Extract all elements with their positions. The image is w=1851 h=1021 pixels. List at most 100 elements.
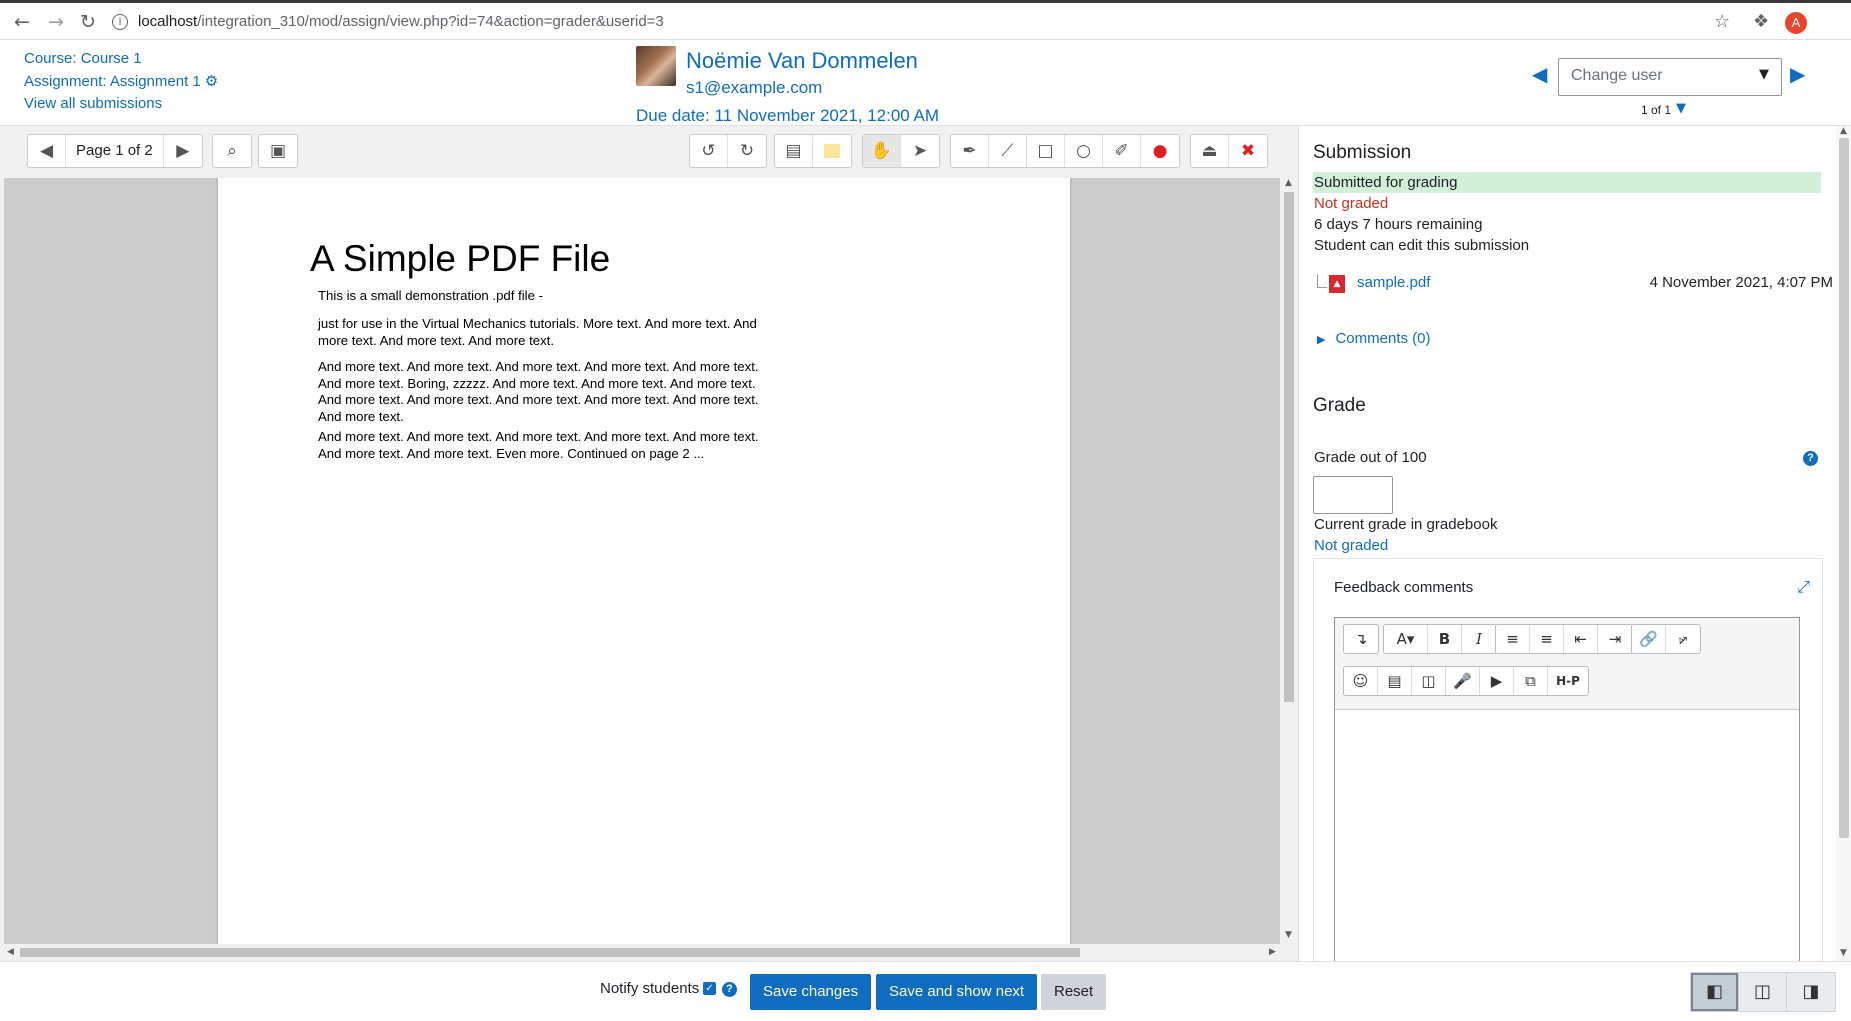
pdf-page[interactable]: A Simple PDF File This is a small demons…	[218, 178, 1070, 944]
panel-right-icon: ◨	[1802, 981, 1820, 1002]
notify-students-checkbox[interactable]: ✓	[703, 982, 716, 995]
unlink-button[interactable]: ⦬	[1666, 625, 1700, 653]
assignment-link[interactable]: Assignment: Assignment 1 ⚙	[24, 70, 218, 93]
change-user-select[interactable]: Change user ▼	[1558, 58, 1782, 96]
previous-page-button[interactable]: ◀	[28, 135, 66, 167]
image-button[interactable]: ▤	[1378, 667, 1412, 695]
save-changes-button[interactable]: Save changes	[750, 974, 872, 1010]
user-count: 1 of 1	[1641, 103, 1672, 117]
record-video-button[interactable]: ▶	[1480, 667, 1514, 695]
pdf-horizontal-scrollbar[interactable]: ◀ ▶	[4, 944, 1280, 961]
h5p-button[interactable]: H-P	[1548, 667, 1588, 695]
paragraph-style-button[interactable]: A▾	[1384, 625, 1428, 653]
show-more-button[interactable]: ↴	[1344, 625, 1378, 653]
notify-students-label: Notify students	[600, 980, 700, 997]
scroll-thumb[interactable]	[1839, 138, 1849, 838]
stamp-tool-button[interactable]: ⏏	[1191, 135, 1229, 167]
forward-icon[interactable]: →	[44, 10, 68, 34]
feedback-editor[interactable]: ↴ A▾ B I ≡ ≡ ⇤ ⇥ 🔗 ⦬ ☺ ▤ ◫ 🎤 ▶ ⧉ H-P	[1334, 617, 1800, 967]
previous-user-icon[interactable]: ◀	[1532, 62, 1547, 86]
editor-group-more: ↴	[1343, 624, 1379, 654]
oval-tool-button[interactable]: ○	[1065, 135, 1103, 167]
gear-icon[interactable]: ⚙	[205, 70, 218, 92]
scroll-down-icon[interactable]: ▼	[1840, 948, 1847, 958]
next-page-button[interactable]: ▶	[164, 135, 202, 167]
help-icon[interactable]: ?	[1803, 451, 1818, 466]
comment-color-button[interactable]	[813, 135, 851, 167]
address-bar[interactable]: i localhost/integration_310/mod/assign/vi…	[112, 8, 1752, 36]
unordered-list-button[interactable]: ≡	[1496, 625, 1530, 653]
ordered-list-button[interactable]: ≡	[1530, 625, 1564, 653]
save-and-show-next-button[interactable]: Save and show next	[876, 974, 1038, 1010]
copy-files-icon: ⧉	[1525, 672, 1536, 690]
drop-icon: ●	[1152, 141, 1168, 161]
scroll-up-icon[interactable]: ▲	[1285, 178, 1292, 188]
link-button[interactable]: 🔗	[1632, 625, 1666, 653]
scroll-thumb[interactable]	[1284, 192, 1294, 702]
pen-tool-button[interactable]: ✒	[951, 135, 989, 167]
help-icon[interactable]: ?	[722, 982, 737, 997]
pdf-paragraph: This is a small demonstration .pdf file …	[318, 288, 544, 303]
editor-group-media: ☺ ▤ ◫ 🎤 ▶ ⧉ H-P	[1343, 666, 1589, 696]
fullscreen-icon[interactable]: ⤢	[1797, 577, 1810, 597]
user-avatar[interactable]	[636, 46, 676, 86]
reload-icon[interactable]: ↻	[76, 10, 100, 34]
site-info-icon[interactable]: i	[112, 14, 128, 31]
emoji-button[interactable]: ☺	[1344, 667, 1378, 695]
user-name[interactable]: Noëmie Van Dommelen	[686, 48, 918, 74]
highlight-tool-button[interactable]: ✐	[1103, 135, 1141, 167]
view-all-submissions-link[interactable]: View all submissions	[24, 93, 218, 115]
stamp-picker-button[interactable]: ✖	[1229, 135, 1267, 167]
grade-input[interactable]	[1313, 476, 1393, 514]
rotate-right-button[interactable]: ↻	[728, 135, 766, 167]
panel-scrollbar[interactable]: ▲ ▼	[1836, 126, 1851, 961]
select-tool-button[interactable]: ➤	[901, 135, 939, 167]
comment-group: ▤	[774, 134, 852, 168]
scroll-down-icon[interactable]: ▼	[1285, 930, 1292, 940]
extensions-icon[interactable]: ❖	[1753, 11, 1769, 32]
hand-icon: ✋	[870, 141, 893, 161]
pan-tool-button[interactable]: ✋	[863, 135, 901, 167]
bookmark-star-icon[interactable]: ☆	[1714, 11, 1730, 32]
scroll-thumb[interactable]	[20, 948, 1080, 957]
italic-button[interactable]: I	[1462, 625, 1496, 653]
bold-button[interactable]: B	[1428, 625, 1462, 653]
dropdown-caret-icon: ▼	[1759, 67, 1769, 82]
rotate-left-button[interactable]: ↺	[690, 135, 728, 167]
pdf-vertical-scrollbar[interactable]: ▲ ▼	[1280, 178, 1298, 944]
scroll-up-icon[interactable]: ▲	[1840, 126, 1847, 136]
grading-panel: Submission Submitted for grading Not gra…	[1298, 126, 1851, 978]
user-email[interactable]: s1@example.com	[686, 78, 822, 98]
scroll-right-icon[interactable]: ▶	[1269, 947, 1276, 957]
course-link[interactable]: Course: Course 1	[24, 48, 218, 70]
comments-toggle[interactable]: ▶ Comments (0)	[1317, 330, 1431, 347]
collapse-grade-panel-button[interactable]: ◧	[1691, 973, 1739, 1011]
search-comments-button[interactable]: ⌕	[213, 135, 251, 167]
next-user-icon[interactable]: ▶	[1790, 62, 1805, 86]
record-audio-button[interactable]: 🎤	[1446, 667, 1480, 695]
comment-tool-button[interactable]: ▤	[775, 135, 813, 167]
default-layout-button[interactable]: ◫	[1739, 973, 1787, 1011]
collapse-review-panel-button[interactable]: ◨	[1787, 973, 1835, 1011]
indent-button[interactable]: ⇥	[1598, 625, 1632, 653]
profile-avatar[interactable]: A	[1785, 12, 1807, 34]
outdent-button[interactable]: ⇤	[1564, 625, 1598, 653]
manage-files-button[interactable]: ⧉	[1514, 667, 1548, 695]
grade-label: Grade out of 100	[1314, 449, 1427, 466]
pen-icon: ✒	[962, 141, 977, 161]
filter-icon[interactable]: ▼	[1676, 101, 1686, 116]
scroll-left-icon[interactable]: ◀	[7, 947, 14, 957]
rectangle-tool-button[interactable]: □	[1027, 135, 1065, 167]
file-link[interactable]: sample.pdf	[1357, 274, 1430, 291]
reset-button[interactable]: Reset	[1041, 974, 1107, 1010]
media-button[interactable]: ◫	[1412, 667, 1446, 695]
pointer-icon: ➤	[912, 141, 928, 161]
page-select[interactable]: Page 1 of 2	[66, 135, 164, 167]
comment-icon: ▤	[785, 141, 802, 161]
expand-comments-button[interactable]: ▣	[259, 135, 297, 167]
pdf-viewport[interactable]: A Simple PDF File This is a small demons…	[4, 178, 1280, 944]
gradebook-value[interactable]: Not graded	[1313, 535, 1821, 556]
line-tool-button[interactable]: ⟋	[989, 135, 1027, 167]
annotation-color-button[interactable]: ●	[1141, 135, 1179, 167]
back-icon[interactable]: ←	[10, 10, 34, 34]
